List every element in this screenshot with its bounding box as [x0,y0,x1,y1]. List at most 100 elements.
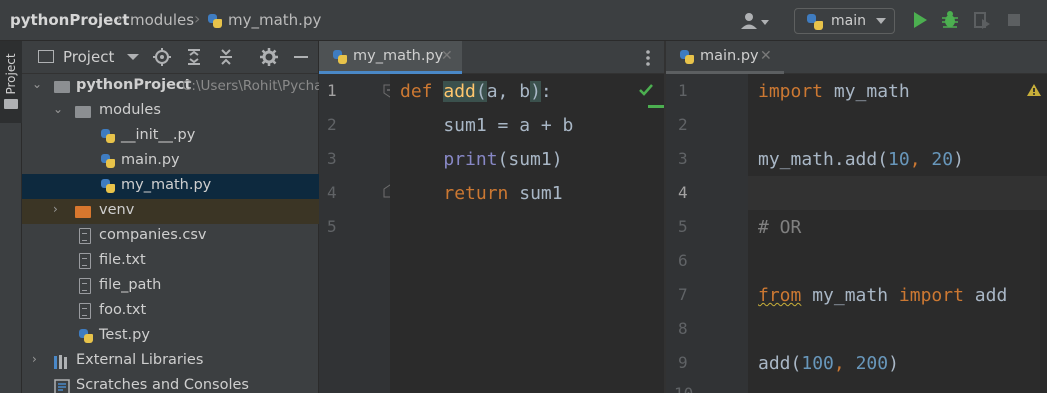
text-file-icon [79,278,91,294]
debug-icon[interactable] [940,10,960,30]
tree-item-file-path[interactable]: file_path [22,274,319,299]
python-file-icon [101,154,115,168]
tree-item-path: C:\Users\Rohit\Pycha [182,78,323,94]
gear-icon[interactable] [260,48,278,66]
code-line: sum1 = a + b [400,115,574,136]
warning-icon[interactable] [1026,83,1042,97]
tree-item-file-txt[interactable]: file.txt [22,249,319,274]
code-line: print(sum1) [443,149,563,170]
project-panel: Project ⌄ pythonProject C:\Users\Rohit\P… [22,41,323,393]
right-editor-code-area[interactable]: import my_math my_math.add(10, 20) # OR … [748,74,1047,393]
tab-label: my_math.py [353,48,444,64]
breadcrumb-separator: › [116,9,123,28]
code-line: import my_math [758,81,910,102]
project-tool-window-button[interactable]: Project [0,41,22,123]
text-file-icon [79,253,91,269]
tree-item-foo[interactable]: foo.txt [22,299,319,324]
tree-item-init[interactable]: __init__.py [22,124,319,149]
folder-icon [54,81,70,93]
stop-icon[interactable] [1004,10,1024,30]
tree-item-label: __init__.py [121,127,196,143]
code-line: add(100, 200) [758,353,899,374]
line-number: 4 [678,183,688,202]
line-number: 3 [327,149,337,168]
project-panel-header: Project [22,41,319,74]
tree-item-label: file_path [99,277,162,293]
project-view-icon [38,50,54,63]
right-editor-tabbar: main.py ✕ [666,41,1047,74]
folder-icon [4,99,18,109]
run-configuration-select[interactable]: main [794,8,895,34]
python-file-icon [79,329,93,343]
inspection-marker [648,105,664,108]
more-options-icon[interactable] [644,49,652,67]
close-icon[interactable]: ✕ [441,48,453,64]
collapse-all-icon[interactable] [217,48,235,66]
minimize-icon[interactable] [292,48,310,66]
left-editor-gutter: 1 2 3 4 5 [319,74,397,393]
locate-icon[interactable] [153,48,171,66]
chevron-down-icon[interactable]: ⌄ [53,102,63,116]
left-editor-code-area[interactable]: def add(a, b): sum1 = a + b print(sum1) … [390,74,664,393]
excluded-folder-icon [75,206,91,218]
breadcrumb-separator: › [194,9,201,28]
tree-item-pythonproject[interactable]: ⌄ pythonProject C:\Users\Rohit\Pycha [22,74,323,99]
run-icon[interactable] [910,10,930,30]
text-file-icon [79,303,91,319]
line-number: 9 [678,353,688,372]
python-file-icon [101,129,115,143]
close-icon[interactable]: ✕ [760,48,772,64]
scratches-icon [54,379,70,393]
code-line: from my_math import add [758,285,1008,306]
tree-item-label: file.txt [99,252,146,268]
line-number: 4 [327,183,337,202]
user-icon[interactable] [741,12,771,30]
tree-item-label: pythonProject [76,77,192,93]
line-number: 1 [678,81,688,100]
breadcrumb-file[interactable]: my_math.py [228,11,321,29]
tree-item-label: venv [99,202,135,218]
chevron-down-icon [876,18,886,24]
python-file-icon [333,50,347,64]
right-editor-gutter: 1 2 3 4 5 6 7 8 9 10 [666,74,748,393]
chevron-right-icon[interactable]: › [53,202,58,216]
code-line: return sum1 [443,183,563,204]
chevron-down-icon[interactable]: ⌄ [32,77,42,91]
tree-item-label: main.py [121,152,180,168]
tree-item-main[interactable]: main.py [22,149,319,174]
tree-item-scratches[interactable]: Scratches and Consoles [22,374,319,393]
tree-item-modules[interactable]: ⌄ modules [22,99,319,124]
project-panel-title[interactable]: Project [63,48,114,66]
line-number: 2 [327,115,337,134]
line-number: 5 [678,217,688,236]
breadcrumb-folder[interactable]: modules [130,11,194,29]
line-number: 1 [327,81,337,100]
tab-main[interactable]: main.py ✕ [666,41,784,74]
tree-item-label: foo.txt [99,302,147,318]
code-line: def add(a, b): [400,81,552,102]
line-number: 10 [674,384,693,393]
navigation-bar: pythonProject › modules › my_math.py mai… [0,0,1047,41]
chevron-right-icon[interactable]: › [32,352,37,366]
tab-my-math[interactable]: my_math.py ✕ [319,41,462,74]
tree-item-venv[interactable]: › venv [22,199,319,224]
coverage-icon[interactable] [972,10,992,30]
tree-item-my-math[interactable]: my_math.py [22,174,319,199]
python-icon [807,14,823,30]
chevron-down-icon[interactable] [124,48,142,66]
tree-item-test[interactable]: Test.py [22,324,319,349]
tree-item-label: Test.py [99,327,150,343]
tree-item-companies[interactable]: companies.csv [22,224,319,249]
python-file-icon [680,50,694,64]
python-file-icon [101,179,115,193]
expand-all-icon[interactable] [185,48,203,66]
code-line: # OR [758,217,802,238]
tool-window-stripe: Project [0,41,22,393]
line-number: 2 [678,115,688,134]
tree-item-external-libraries[interactable]: › External Libraries [22,349,319,374]
tree-item-label: Scratches and Consoles [76,377,249,393]
breadcrumb-project[interactable]: pythonProject [10,11,129,29]
line-number: 6 [678,251,688,270]
tab-label: main.py [700,48,759,64]
checkmark-icon[interactable] [638,83,654,97]
